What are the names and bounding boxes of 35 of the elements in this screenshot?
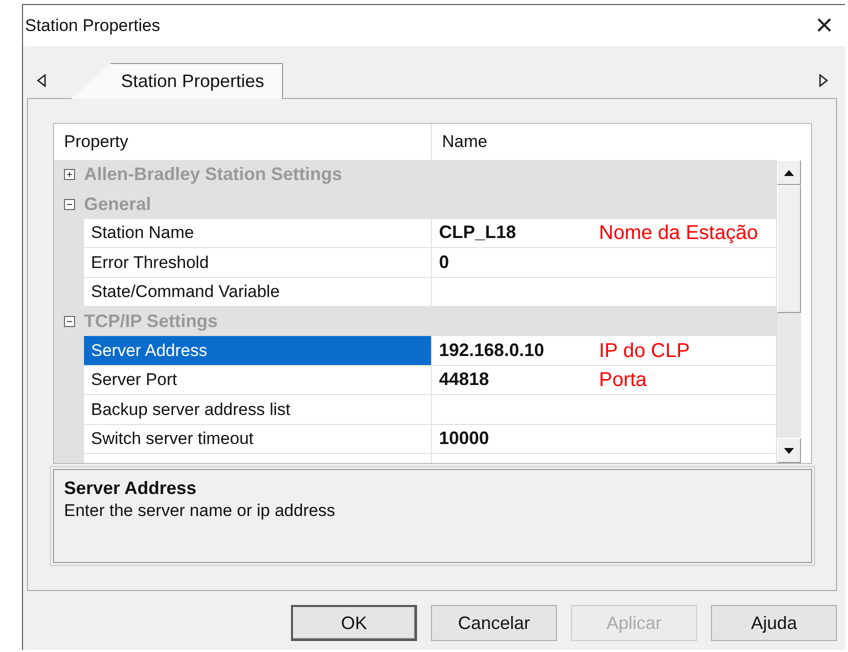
- dialog-button[interactable]: OK: [291, 605, 417, 641]
- scroll-down-icon[interactable]: [784, 448, 794, 454]
- property-name[interactable]: Switch server timeout: [84, 424, 432, 454]
- property-value: 0: [439, 250, 450, 274]
- property-name[interactable]: Station Name: [84, 218, 432, 248]
- annotation: IP do CLP: [599, 338, 690, 364]
- property-name[interactable]: Server Port: [84, 366, 432, 396]
- scrollbar[interactable]: [776, 160, 801, 463]
- help-title: Server Address: [64, 478, 198, 500]
- scroll-up-icon[interactable]: [784, 170, 794, 176]
- window-title: Station Properties: [25, 14, 160, 37]
- scroll-right-icon: [818, 74, 828, 86]
- annotation: Nome da Estação: [599, 220, 758, 246]
- property-value: 44818: [439, 368, 490, 392]
- category-label: TCP/IP Settings: [84, 310, 218, 334]
- expand-icon[interactable]: [64, 169, 74, 180]
- column-header: Property: [54, 124, 432, 159]
- annotation: Porta: [599, 368, 647, 393]
- property-value: 10000: [439, 427, 490, 450]
- property-value: CLP_L18: [439, 221, 518, 244]
- scroll-left-icon: [36, 74, 46, 86]
- category-label: Allen-Bradley Station Settings: [84, 163, 342, 186]
- dialog-button[interactable]: Ajuda: [711, 605, 837, 641]
- close-button[interactable]: ×: [811, 10, 837, 40]
- category-label: General: [84, 192, 152, 216]
- property-name[interactable]: Backup server address list: [84, 395, 432, 425]
- dialog-button[interactable]: Cancelar: [431, 605, 557, 641]
- property-name[interactable]: Error Threshold: [84, 248, 432, 278]
- property-name[interactable]: Server Address: [84, 336, 432, 366]
- help-text: Enter the server name or ip address: [64, 500, 336, 522]
- column-header: Name: [441, 130, 488, 153]
- collapse-icon[interactable]: [64, 198, 74, 210]
- property-value: 192.168.0.10: [439, 339, 546, 362]
- tab[interactable]: Station Properties: [71, 63, 284, 99]
- collapse-icon[interactable]: [64, 316, 74, 328]
